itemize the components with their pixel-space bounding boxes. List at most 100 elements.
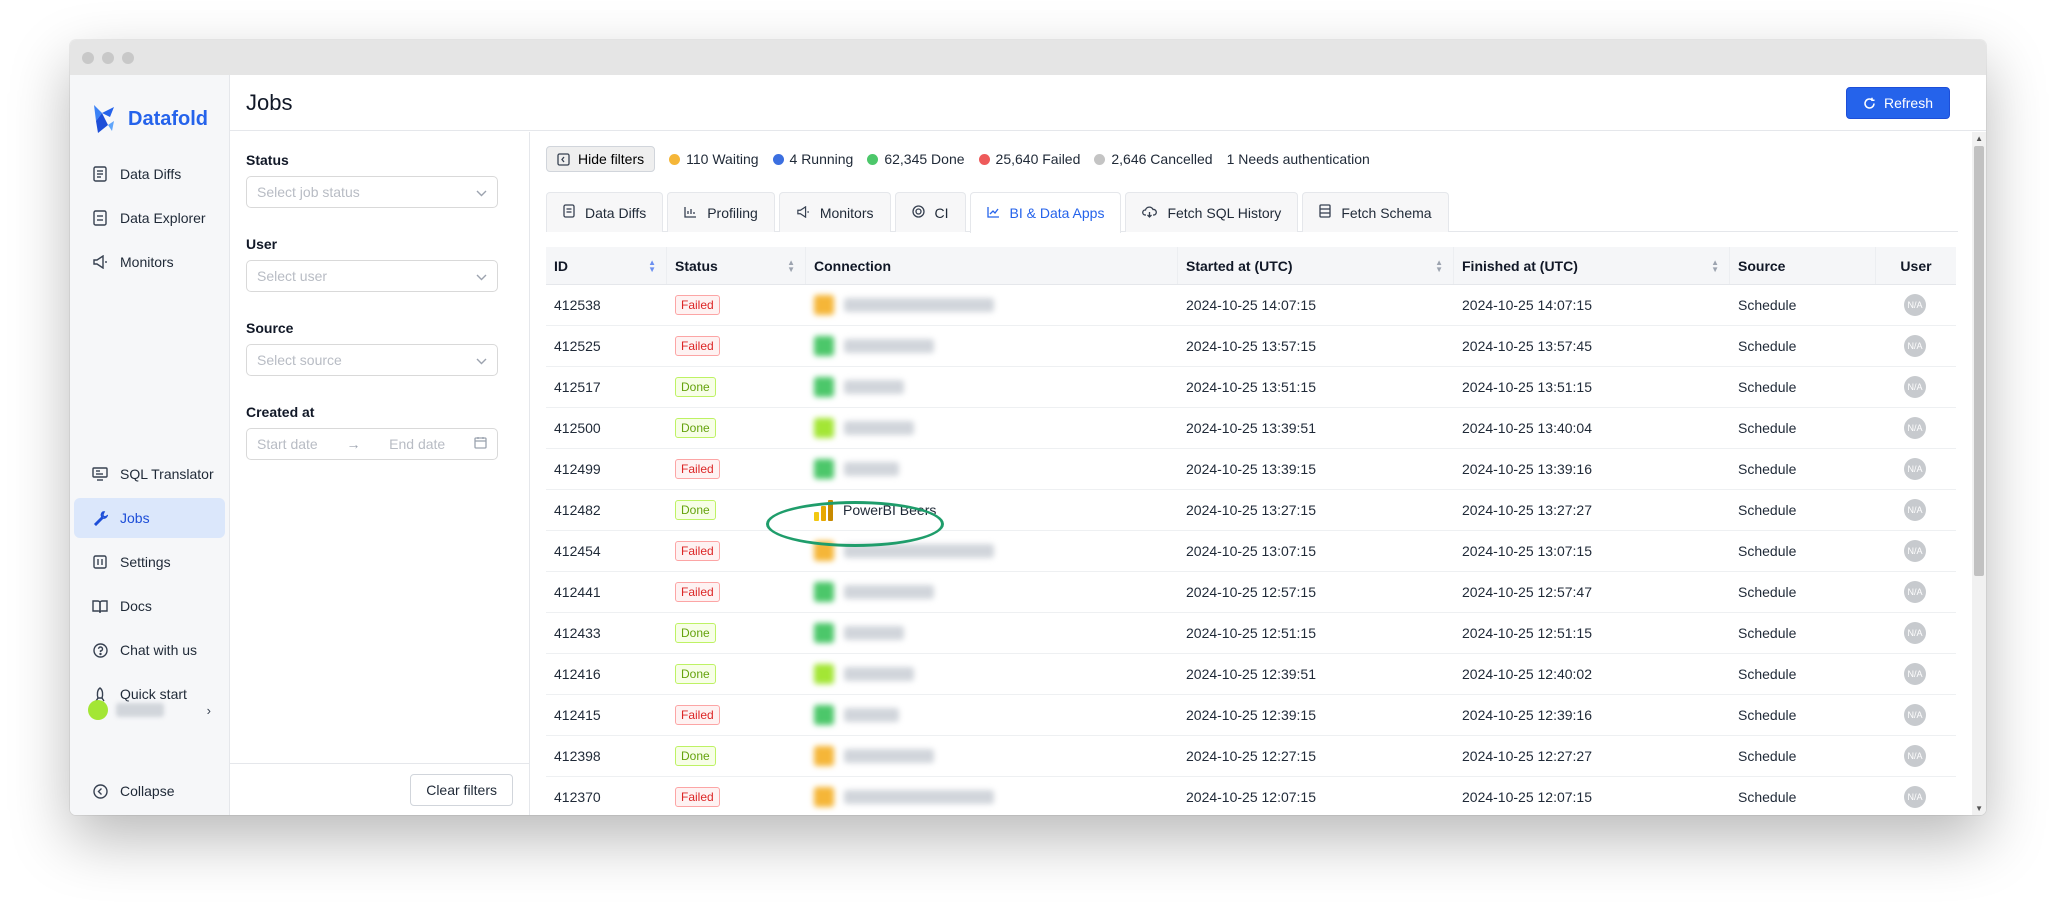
user-select[interactable]: Select user: [246, 260, 498, 292]
job-id[interactable]: 412415: [546, 695, 667, 735]
table-row[interactable]: 412416 Done 2024-10-25 12:39:51 2024-10-25 …: [546, 654, 1956, 695]
connection-cell: [806, 777, 1178, 815]
logo[interactable]: Datafold: [70, 75, 229, 145]
date-range-picker[interactable]: Start date → End date: [246, 428, 498, 460]
source-cell: Schedule: [1738, 543, 1797, 559]
sort-icon[interactable]: ▲ ▼: [1435, 259, 1443, 274]
table-row[interactable]: 412370 Failed 2024-10-25 12:07:15 2024-10-2…: [546, 777, 1956, 815]
needs-auth-count: 1 Needs authentication: [1226, 151, 1370, 167]
chevron-down-icon: [476, 184, 487, 200]
status-badge: Done: [675, 377, 716, 397]
source-select[interactable]: Select source: [246, 344, 498, 376]
sidebar-item-data-explorer[interactable]: Data Explorer: [74, 198, 225, 238]
main-area: Jobs Refresh Status Select job status Us…: [230, 75, 1986, 815]
column-header-id[interactable]: ID ▲ ▼: [546, 247, 667, 284]
tab-label: CI: [934, 204, 949, 221]
connection-name-redacted: [844, 626, 904, 640]
table-row[interactable]: 412525 Failed 2024-10-25 13:57:15 2024-10-2…: [546, 326, 1956, 367]
table-row[interactable]: 412454 Failed 2024-10-25 13:07:15 2024-10-2…: [546, 531, 1956, 572]
settings-icon: [92, 554, 108, 570]
connection-name-redacted: [844, 339, 934, 353]
waiting-dot: [669, 153, 681, 165]
table-row[interactable]: 412441 Failed 2024-10-25 12:57:15 2024-10-2…: [546, 572, 1956, 613]
table-row[interactable]: 412433 Done 2024-10-25 12:51:15 2024-10-25 …: [546, 613, 1956, 654]
tab-monitors[interactable]: Monitors: [778, 192, 891, 232]
jobs-content: Hide filters 110 Waiting 4 Running 62,34…: [530, 132, 1986, 815]
job-type-tabs: Data Diffs Profiling Monitors CI BI & Da…: [546, 192, 1958, 233]
table-row[interactable]: 412517 Done 2024-10-25 13:51:15 2024-10-25 …: [546, 367, 1956, 408]
tab-bi-data-apps[interactable]: BI & Data Apps: [969, 192, 1122, 233]
refresh-button[interactable]: Refresh: [1845, 87, 1950, 119]
user-cell: N/A: [1876, 408, 1956, 448]
hide-filters-button[interactable]: Hide filters: [546, 146, 656, 172]
sidebar-collapse: Collapse: [70, 767, 229, 815]
collapse-button[interactable]: Collapse: [74, 771, 225, 811]
sidebar-item-sql-translator[interactable]: SQL Translator: [74, 454, 225, 494]
tab-fetch-sql-history[interactable]: Fetch SQL History: [1125, 192, 1299, 232]
table-row[interactable]: 412398 Done 2024-10-25 12:27:15 2024-10-25 …: [546, 736, 1956, 777]
column-header-started[interactable]: Started at (UTC) ▲ ▼: [1178, 247, 1454, 284]
connection-icon: [814, 418, 834, 438]
started-at: 2024-10-25 13:27:15: [1186, 502, 1316, 518]
start-date-input[interactable]: Start date: [257, 436, 318, 452]
job-id[interactable]: 412398: [546, 736, 667, 776]
sidebar-item-settings[interactable]: Settings: [74, 542, 225, 582]
sort-icon[interactable]: ▲ ▼: [648, 259, 656, 274]
table-row[interactable]: 412500 Done 2024-10-25 13:39:51 2024-10-25 …: [546, 408, 1956, 449]
window-maximize-dot[interactable]: [122, 51, 134, 64]
connection-cell: [806, 326, 1178, 366]
job-id[interactable]: 412499: [546, 449, 667, 489]
connection-name-redacted: [844, 462, 899, 476]
tab-ci[interactable]: CI: [894, 192, 966, 232]
table-row[interactable]: 412415 Failed 2024-10-25 12:39:15 2024-10-2…: [546, 695, 1956, 736]
scroll-up-icon[interactable]: ▲: [1975, 134, 1983, 143]
job-id[interactable]: 412416: [546, 654, 667, 694]
user-menu[interactable]: ›: [88, 700, 211, 720]
end-date-input[interactable]: End date: [389, 436, 445, 452]
window-minimize-dot[interactable]: [102, 51, 114, 64]
tab-fetch-schema[interactable]: Fetch Schema: [1302, 192, 1449, 232]
scroll-thumb[interactable]: [1974, 146, 1984, 576]
tab-label: BI & Data Apps: [1009, 205, 1105, 221]
table-row[interactable]: 412499 Failed 2024-10-25 13:39:15 2024-10-2…: [546, 449, 1956, 490]
job-id[interactable]: 412482: [546, 490, 667, 530]
tab-data-diffs[interactable]: Data Diffs: [546, 192, 664, 232]
column-header-status[interactable]: Status ▲ ▼: [667, 247, 806, 284]
user-avatar-placeholder: N/A: [1904, 335, 1926, 357]
job-id[interactable]: 412370: [546, 777, 667, 815]
window-close-dot[interactable]: [82, 51, 94, 64]
sidebar-item-chat[interactable]: Chat with us: [74, 630, 225, 670]
job-id[interactable]: 412433: [546, 613, 667, 653]
job-id[interactable]: 412525: [546, 326, 667, 366]
job-id[interactable]: 412441: [546, 572, 667, 612]
job-id[interactable]: 412500: [546, 408, 667, 448]
status-cell: Done: [667, 654, 806, 694]
job-id[interactable]: 412538: [546, 285, 667, 325]
sidebar-item-jobs[interactable]: Jobs: [74, 498, 225, 538]
user-cell: N/A: [1876, 777, 1956, 815]
sidebar-item-label: SQL Translator: [120, 466, 214, 482]
table-row[interactable]: 412482 Done PowerBI Beers 2024-10-25 13:27:…: [546, 490, 1956, 531]
sidebar-item-data-diffs[interactable]: Data Diffs: [74, 154, 225, 194]
started-at: 2024-10-25 12:39:51: [1186, 666, 1316, 682]
source-cell: Schedule: [1738, 707, 1797, 723]
connection-icon: [814, 295, 834, 315]
scrollbar[interactable]: ▲ ▼: [1972, 132, 1986, 815]
table-row[interactable]: 412538 Failed 2024-10-25 14:07:15 2024-10-2…: [546, 285, 1956, 326]
job-id[interactable]: 412454: [546, 531, 667, 571]
job-id[interactable]: 412517: [546, 367, 667, 407]
sidebar-item-monitors[interactable]: Monitors: [74, 242, 225, 282]
user-filter-label: User: [246, 236, 278, 252]
scroll-down-icon[interactable]: ▼: [1975, 804, 1983, 813]
sort-icon[interactable]: ▲ ▼: [787, 259, 795, 274]
chevron-right-icon: ›: [206, 702, 211, 718]
user-cell: N/A: [1876, 572, 1956, 612]
tab-profiling[interactable]: Profiling: [667, 192, 775, 232]
column-header-finished[interactable]: Finished at (UTC) ▲ ▼: [1454, 247, 1730, 284]
clear-filters-button[interactable]: Clear filters: [410, 774, 513, 806]
source-cell: Schedule: [1738, 666, 1797, 682]
line-chart-icon: [986, 205, 1000, 221]
status-select[interactable]: Select job status: [246, 176, 498, 208]
sort-icon[interactable]: ▲ ▼: [1711, 259, 1719, 274]
sidebar-item-docs[interactable]: Docs: [74, 586, 225, 626]
